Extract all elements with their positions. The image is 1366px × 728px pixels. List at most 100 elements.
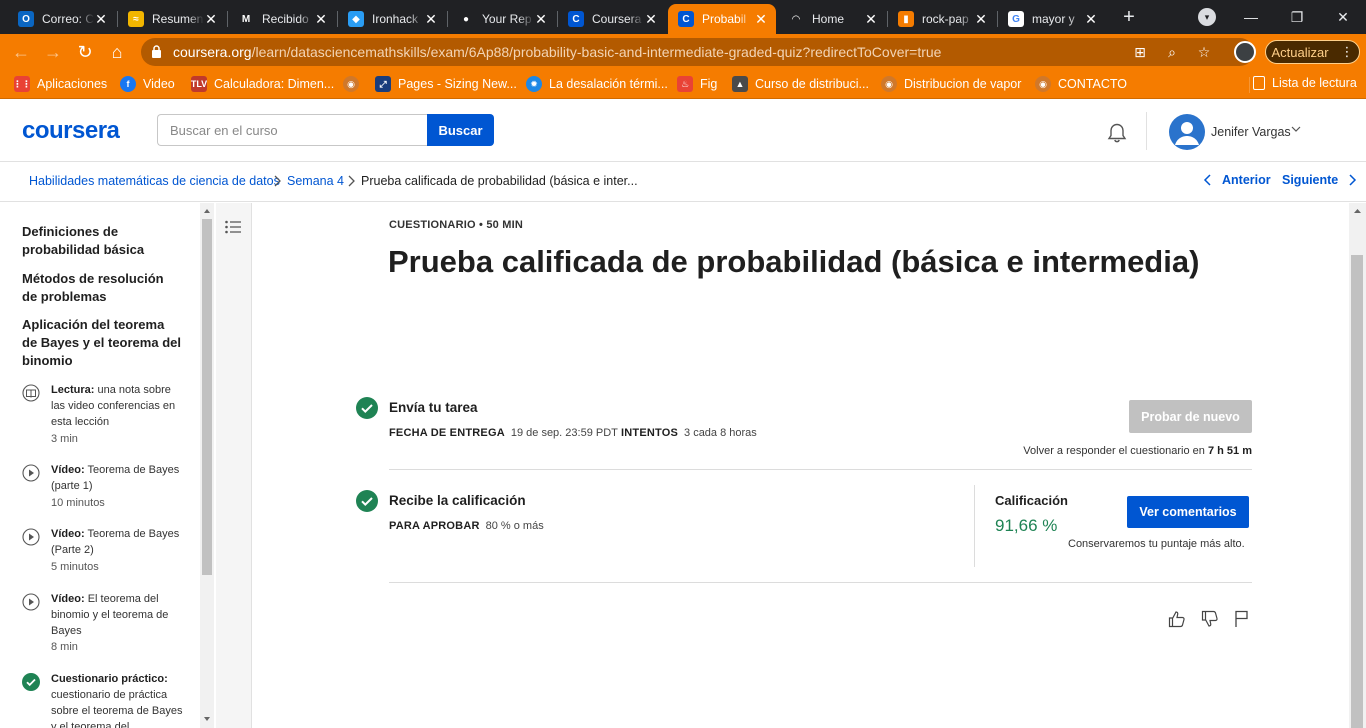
bookmark-item[interactable]: TLV Calculadora: Dimen... [191, 76, 334, 92]
forward-icon[interactable]: → [41, 40, 65, 64]
browser-profile-avatar[interactable] [1234, 41, 1256, 63]
zoom-icon[interactable]: ⌕ [1163, 43, 1181, 61]
tab-close-icon[interactable]: ✕ [1084, 11, 1098, 28]
tab-favicon-icon: ▮ [898, 11, 914, 27]
tab-close-icon[interactable]: ✕ [424, 11, 438, 28]
tab-close-icon[interactable]: ✕ [754, 11, 768, 28]
tab-close-icon[interactable]: ✕ [534, 11, 548, 28]
bookmark-star-icon[interactable]: ☆ [1195, 43, 1213, 61]
flag-icon[interactable] [1232, 609, 1252, 629]
bookmark-item[interactable]: ⤢ Pages - Sizing New... [375, 76, 517, 92]
thumbs-down-icon[interactable] [1200, 609, 1220, 629]
browser-tab[interactable]: ● Your Rep ✕ [448, 4, 556, 34]
bell-icon[interactable] [1106, 122, 1128, 144]
grade-value: 91,66 % [995, 516, 1058, 535]
reading-list-icon [1253, 76, 1265, 90]
sidebar-scrollbar[interactable] [200, 203, 214, 728]
main-scrollbar[interactable] [1349, 203, 1366, 728]
scroll-down-icon[interactable] [203, 715, 211, 723]
maximize-button[interactable]: ❐ [1274, 0, 1320, 34]
chevron-right-icon [274, 175, 281, 187]
view-feedback-button[interactable]: Ver comentarios [1127, 496, 1249, 528]
browser-toolbar: ← → ↻ ⌂ coursera.org/learn/datasciencema… [0, 34, 1366, 70]
tab-separator [557, 11, 558, 27]
breadcrumb-current: Prueba calificada de probabilidad (básic… [361, 174, 638, 188]
new-tab-button[interactable]: + [1118, 6, 1140, 28]
bookmark-item[interactable]: ⋮⋮ Aplicaciones [13, 76, 107, 92]
avatar[interactable] [1169, 114, 1205, 150]
lock-icon [152, 45, 161, 58]
bookmark-item[interactable]: ♨ Fig [677, 76, 717, 92]
main-scroll-thumb[interactable] [1351, 255, 1363, 728]
keep-highest-note: Conservaremos tu puntaje más alto. [1068, 538, 1245, 550]
browser-tab[interactable]: C Coursera ✕ [558, 4, 666, 34]
tab-close-icon[interactable]: ✕ [314, 11, 328, 28]
breadcrumb-course[interactable]: Habilidades matemáticas de ciencia de da… [29, 174, 280, 188]
tab-title: Resumen [152, 12, 204, 26]
tab-close-icon[interactable]: ✕ [974, 11, 988, 28]
user-name[interactable]: Jenifer Vargas [1211, 125, 1291, 139]
minimize-button[interactable]: — [1228, 0, 1274, 34]
coursera-logo[interactable]: coursera [22, 117, 120, 145]
header-divider [1146, 112, 1147, 150]
divider [389, 469, 1252, 470]
retry-button[interactable]: Probar de nuevo [1129, 400, 1252, 433]
breadcrumb-week[interactable]: Semana 4 [287, 174, 344, 188]
update-button[interactable]: Actualizar ⋮ [1265, 40, 1360, 64]
sidebar-section[interactable]: Definiciones de probabilidad básica [22, 223, 182, 259]
reload-icon[interactable]: ↻ [73, 40, 97, 64]
bookmark-item[interactable]: ✹ La desalación térmi... [526, 76, 668, 92]
reading-list[interactable]: Lista de lectura [1253, 76, 1357, 90]
search-button[interactable]: Buscar [427, 114, 494, 146]
bookmark-label: CONTACTO [1058, 77, 1127, 91]
fig-icon: ♨ [677, 76, 693, 92]
back-icon[interactable]: ← [9, 40, 33, 64]
next-link[interactable]: Siguiente [1282, 173, 1358, 187]
bookmark-item[interactable]: ◉ [343, 76, 366, 92]
bookmark-item[interactable]: ◉ CONTACTO [1035, 76, 1127, 92]
tab-search-icon[interactable]: ▾ [1198, 8, 1216, 26]
tab-title: mayor y [1032, 12, 1075, 26]
scroll-up-icon[interactable] [1353, 207, 1362, 215]
sidebar-section[interactable]: Aplicación del teorema de Bayes y el teo… [22, 316, 182, 370]
scroll-up-icon[interactable] [203, 207, 211, 215]
tab-close-icon[interactable]: ✕ [864, 11, 878, 28]
tab-title: Coursera [592, 12, 642, 26]
chevron-left-icon [1203, 174, 1211, 186]
chevron-down-icon[interactable] [1291, 124, 1301, 134]
thumbs-up-icon[interactable] [1167, 609, 1187, 629]
page-title: Prueba calificada de probabilidad (básic… [388, 244, 1200, 279]
sidebar-scroll-thumb[interactable] [202, 219, 212, 575]
browser-tab[interactable]: Gmayor y ✕ [998, 4, 1106, 34]
tab-close-icon[interactable]: ✕ [94, 11, 108, 28]
tab-title: rock-pap [922, 12, 969, 26]
sidebar-section[interactable]: Métodos de resolución de problemas [22, 270, 182, 306]
home-icon[interactable]: ⌂ [105, 40, 129, 64]
grade-step-title: Recibe la calificación [389, 493, 526, 508]
tab-title: Correo: C [42, 12, 94, 26]
browser-tab[interactable]: ≈ Resumen ✕ [118, 4, 226, 34]
browser-tab[interactable]: C Probabil ✕ [668, 4, 776, 34]
bookmark-item[interactable]: f Video [120, 76, 175, 92]
divider-vertical [974, 485, 975, 567]
menu-dots-icon[interactable]: ⋮ [1341, 44, 1354, 60]
address-bar[interactable]: coursera.org/learn/datasciencemathskills… [141, 38, 1254, 66]
browser-tab[interactable]: O Correo: C ✕ [8, 4, 116, 34]
translate-icon[interactable]: ⊞ [1131, 43, 1149, 61]
browser-tab[interactable]: ◆ Ironhack ✕ [338, 4, 446, 34]
previous-link[interactable]: Anterior [1202, 173, 1271, 187]
browser-tab[interactable]: M Recibido ✕ [228, 4, 336, 34]
course-search-input[interactable] [157, 114, 428, 146]
list-icon[interactable] [224, 219, 242, 235]
close-window-button[interactable]: ✕ [1320, 0, 1366, 34]
tab-close-icon[interactable]: ✕ [644, 11, 658, 28]
bookmark-item[interactable]: ▲ Curso de distribuci... [732, 76, 869, 92]
browser-tab-bar: O Correo: C ✕ ≈ Resumen ✕ M Recibido ✕ ◆ Ironhack ✕… [0, 0, 1366, 34]
browser-tab[interactable]: ◠ Home ✕ [778, 4, 886, 34]
tab-close-icon[interactable]: ✕ [204, 11, 218, 28]
browser-tab[interactable]: ▮ rock-pap ✕ [888, 4, 996, 34]
breadcrumb: Habilidades matemáticas de ciencia de da… [0, 162, 1366, 202]
facebook-icon: f [120, 76, 136, 92]
bookmark-item[interactable]: ◉ Distribucion de vapor [881, 76, 1021, 92]
bookmark-label: Distribucion de vapor [904, 77, 1022, 91]
